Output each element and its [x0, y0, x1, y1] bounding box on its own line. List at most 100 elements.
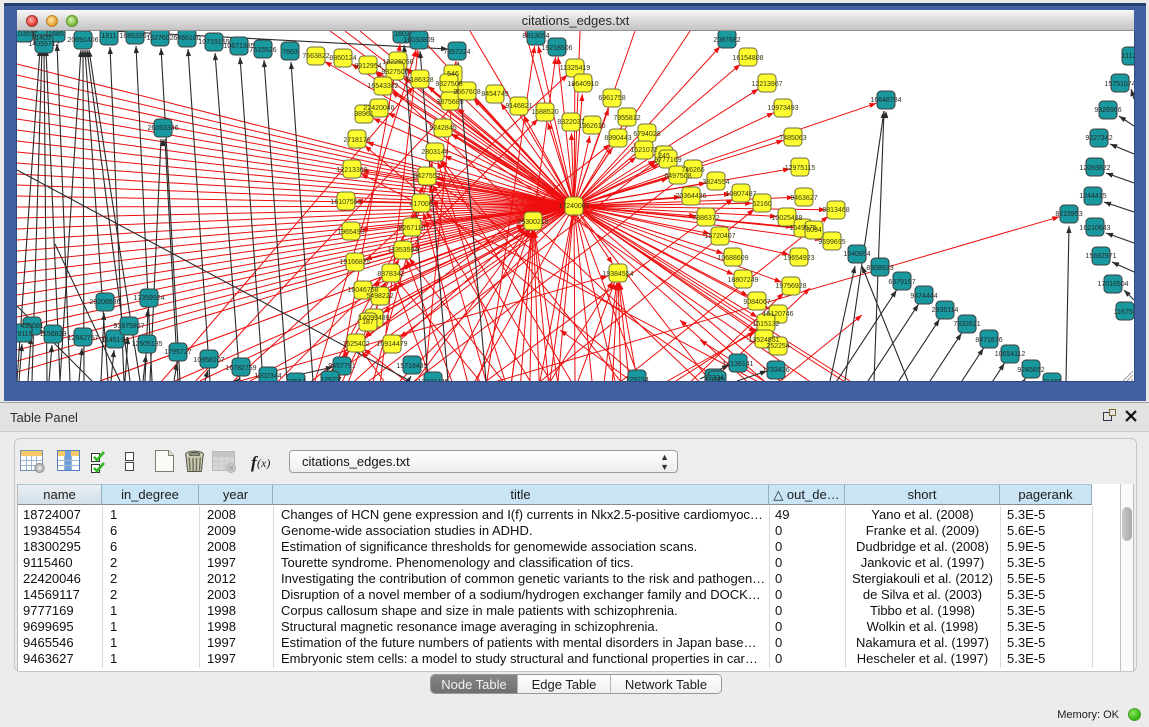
svg-text:98961: 98961 [354, 111, 374, 118]
svg-text:1362615: 1362615 [578, 123, 605, 130]
svg-text:15692971: 15692971 [1085, 253, 1116, 260]
svg-text:9813468: 9813468 [822, 207, 849, 214]
svg-text:6961758: 6961758 [598, 95, 625, 102]
svg-text:1202344: 1202344 [254, 373, 281, 380]
svg-text:6497508: 6497508 [664, 173, 691, 180]
svg-text:9327508: 9327508 [435, 81, 462, 88]
svg-text:187: 187 [362, 319, 374, 326]
svg-text:18640910: 18640910 [567, 81, 598, 88]
svg-text:7625402: 7625402 [342, 341, 369, 348]
svg-text:9329966: 9329966 [1094, 107, 1121, 114]
svg-text:97554: 97554 [286, 379, 306, 381]
svg-text:10807487: 10807487 [725, 191, 756, 198]
svg-text:17359924: 17359924 [133, 295, 164, 302]
svg-text:5498222: 5498222 [366, 293, 393, 300]
svg-text:1811: 1811 [101, 33, 116, 40]
svg-text:15751074: 15751074 [1104, 81, 1134, 88]
svg-text:12093822: 12093822 [1079, 165, 1110, 172]
svg-text:7357224: 7357224 [443, 49, 470, 56]
svg-text:9245652: 9245652 [1017, 367, 1044, 374]
svg-text:19384554: 19384554 [602, 271, 633, 278]
svg-text:10973493: 10973493 [767, 105, 798, 112]
svg-text:2087682: 2087682 [713, 37, 740, 44]
svg-text:93975867: 93975867 [113, 323, 144, 330]
svg-text:9457791: 9457791 [328, 363, 355, 370]
svg-text:8267110: 8267110 [399, 225, 426, 232]
svg-text:8427552: 8427552 [413, 173, 440, 180]
svg-text:16648784: 16648784 [870, 97, 901, 104]
svg-text:9327506: 9327506 [381, 69, 408, 76]
svg-text:1615132: 1615132 [752, 321, 779, 328]
svg-text:3875685: 3875685 [436, 99, 463, 106]
svg-text:1795727: 1795727 [164, 349, 191, 356]
svg-text:9242845: 9242845 [429, 125, 456, 132]
svg-text:1685: 1685 [48, 31, 64, 38]
svg-text:16782759: 16782759 [225, 365, 256, 372]
svg-text:19218506: 19218506 [541, 45, 572, 52]
svg-text:25300215: 25300215 [517, 219, 548, 226]
svg-text:116753: 116753 [1114, 309, 1134, 316]
svg-text:9245: 9245 [709, 377, 725, 381]
svg-text:17016504: 17016504 [1097, 281, 1128, 288]
svg-text:62160: 62160 [752, 201, 772, 208]
svg-text:6379197: 6379197 [888, 279, 915, 286]
svg-text:8215953: 8215953 [1055, 211, 1082, 218]
svg-text:19654923: 19654923 [783, 255, 814, 262]
svg-text:12923449: 12923449 [417, 379, 448, 381]
svg-text:9474444: 9474444 [910, 293, 937, 300]
svg-text:15720407: 15720407 [704, 233, 735, 240]
svg-text:12942757: 12942757 [67, 335, 98, 342]
svg-text:7485063: 7485063 [779, 135, 806, 142]
svg-text:9227342: 9227342 [1085, 135, 1112, 142]
svg-text:11123: 11123 [1122, 53, 1134, 60]
svg-text:417006: 417006 [409, 201, 432, 208]
svg-text:129234: 129234 [625, 377, 648, 381]
svg-text:16154808: 16154808 [732, 55, 763, 62]
svg-text:8990443: 8990443 [604, 135, 631, 142]
svg-text:1156829: 1156829 [40, 331, 67, 338]
svg-text:1621072: 1621072 [630, 147, 657, 154]
svg-text:16033809: 16033809 [403, 37, 434, 44]
svg-text:12213967: 12213967 [751, 81, 782, 88]
svg-text:8471676: 8471676 [975, 337, 1002, 344]
svg-text:1588520: 1588520 [531, 109, 558, 116]
svg-text:2667608: 2667608 [453, 89, 480, 96]
svg-text:8094: 8094 [806, 227, 822, 234]
svg-text:2803144: 2803144 [421, 149, 448, 156]
svg-text:8958923: 8958923 [866, 265, 893, 272]
svg-text:11325419: 11325419 [560, 65, 591, 72]
svg-text:3824554: 3824554 [702, 179, 729, 186]
svg-text:16914479: 16914479 [376, 341, 407, 348]
svg-text:11353594: 11353594 [388, 247, 419, 254]
svg-text:20206536: 20206536 [89, 299, 120, 306]
svg-text:1527602: 1527602 [146, 35, 173, 42]
svg-text:92456: 92456 [1042, 379, 1062, 381]
svg-text:10688609: 10688609 [717, 255, 748, 262]
svg-text:9146821: 9146821 [505, 103, 532, 110]
svg-text:16107553: 16107553 [330, 199, 361, 206]
svg-text:22420046: 22420046 [363, 105, 394, 112]
svg-text:16543382: 16543382 [367, 83, 398, 90]
svg-text:12923: 12923 [320, 377, 340, 381]
svg-text:12975115: 12975115 [785, 165, 816, 172]
svg-text:8186328: 8186328 [406, 77, 433, 84]
svg-text:2935114: 2935114 [932, 307, 959, 314]
svg-text:12505135: 12505135 [131, 341, 162, 348]
svg-text:7663: 7663 [282, 49, 298, 56]
svg-text:39119: 39119 [17, 331, 33, 338]
svg-text:1244415: 1244415 [1079, 193, 1106, 200]
svg-text:7832621: 7832621 [953, 321, 980, 328]
svg-text:16120746: 16120746 [762, 311, 793, 318]
svg-text:26053346: 26053346 [147, 125, 178, 132]
svg-text:20364436: 20364436 [675, 193, 706, 200]
svg-text:14136141: 14136141 [722, 361, 753, 368]
svg-text:15716485: 15716485 [396, 363, 427, 370]
svg-text:(x): (x) [257, 456, 270, 470]
svg-text:20691406: 20691406 [67, 37, 98, 44]
svg-text:1733426: 1733426 [762, 367, 789, 374]
svg-text:8860124: 8860124 [329, 55, 356, 62]
svg-text:10958107: 10958107 [193, 357, 224, 364]
svg-text:7386372: 7386372 [692, 215, 719, 222]
svg-text:8912954: 8912954 [354, 63, 381, 70]
svg-text:8878342: 8878342 [377, 271, 404, 278]
